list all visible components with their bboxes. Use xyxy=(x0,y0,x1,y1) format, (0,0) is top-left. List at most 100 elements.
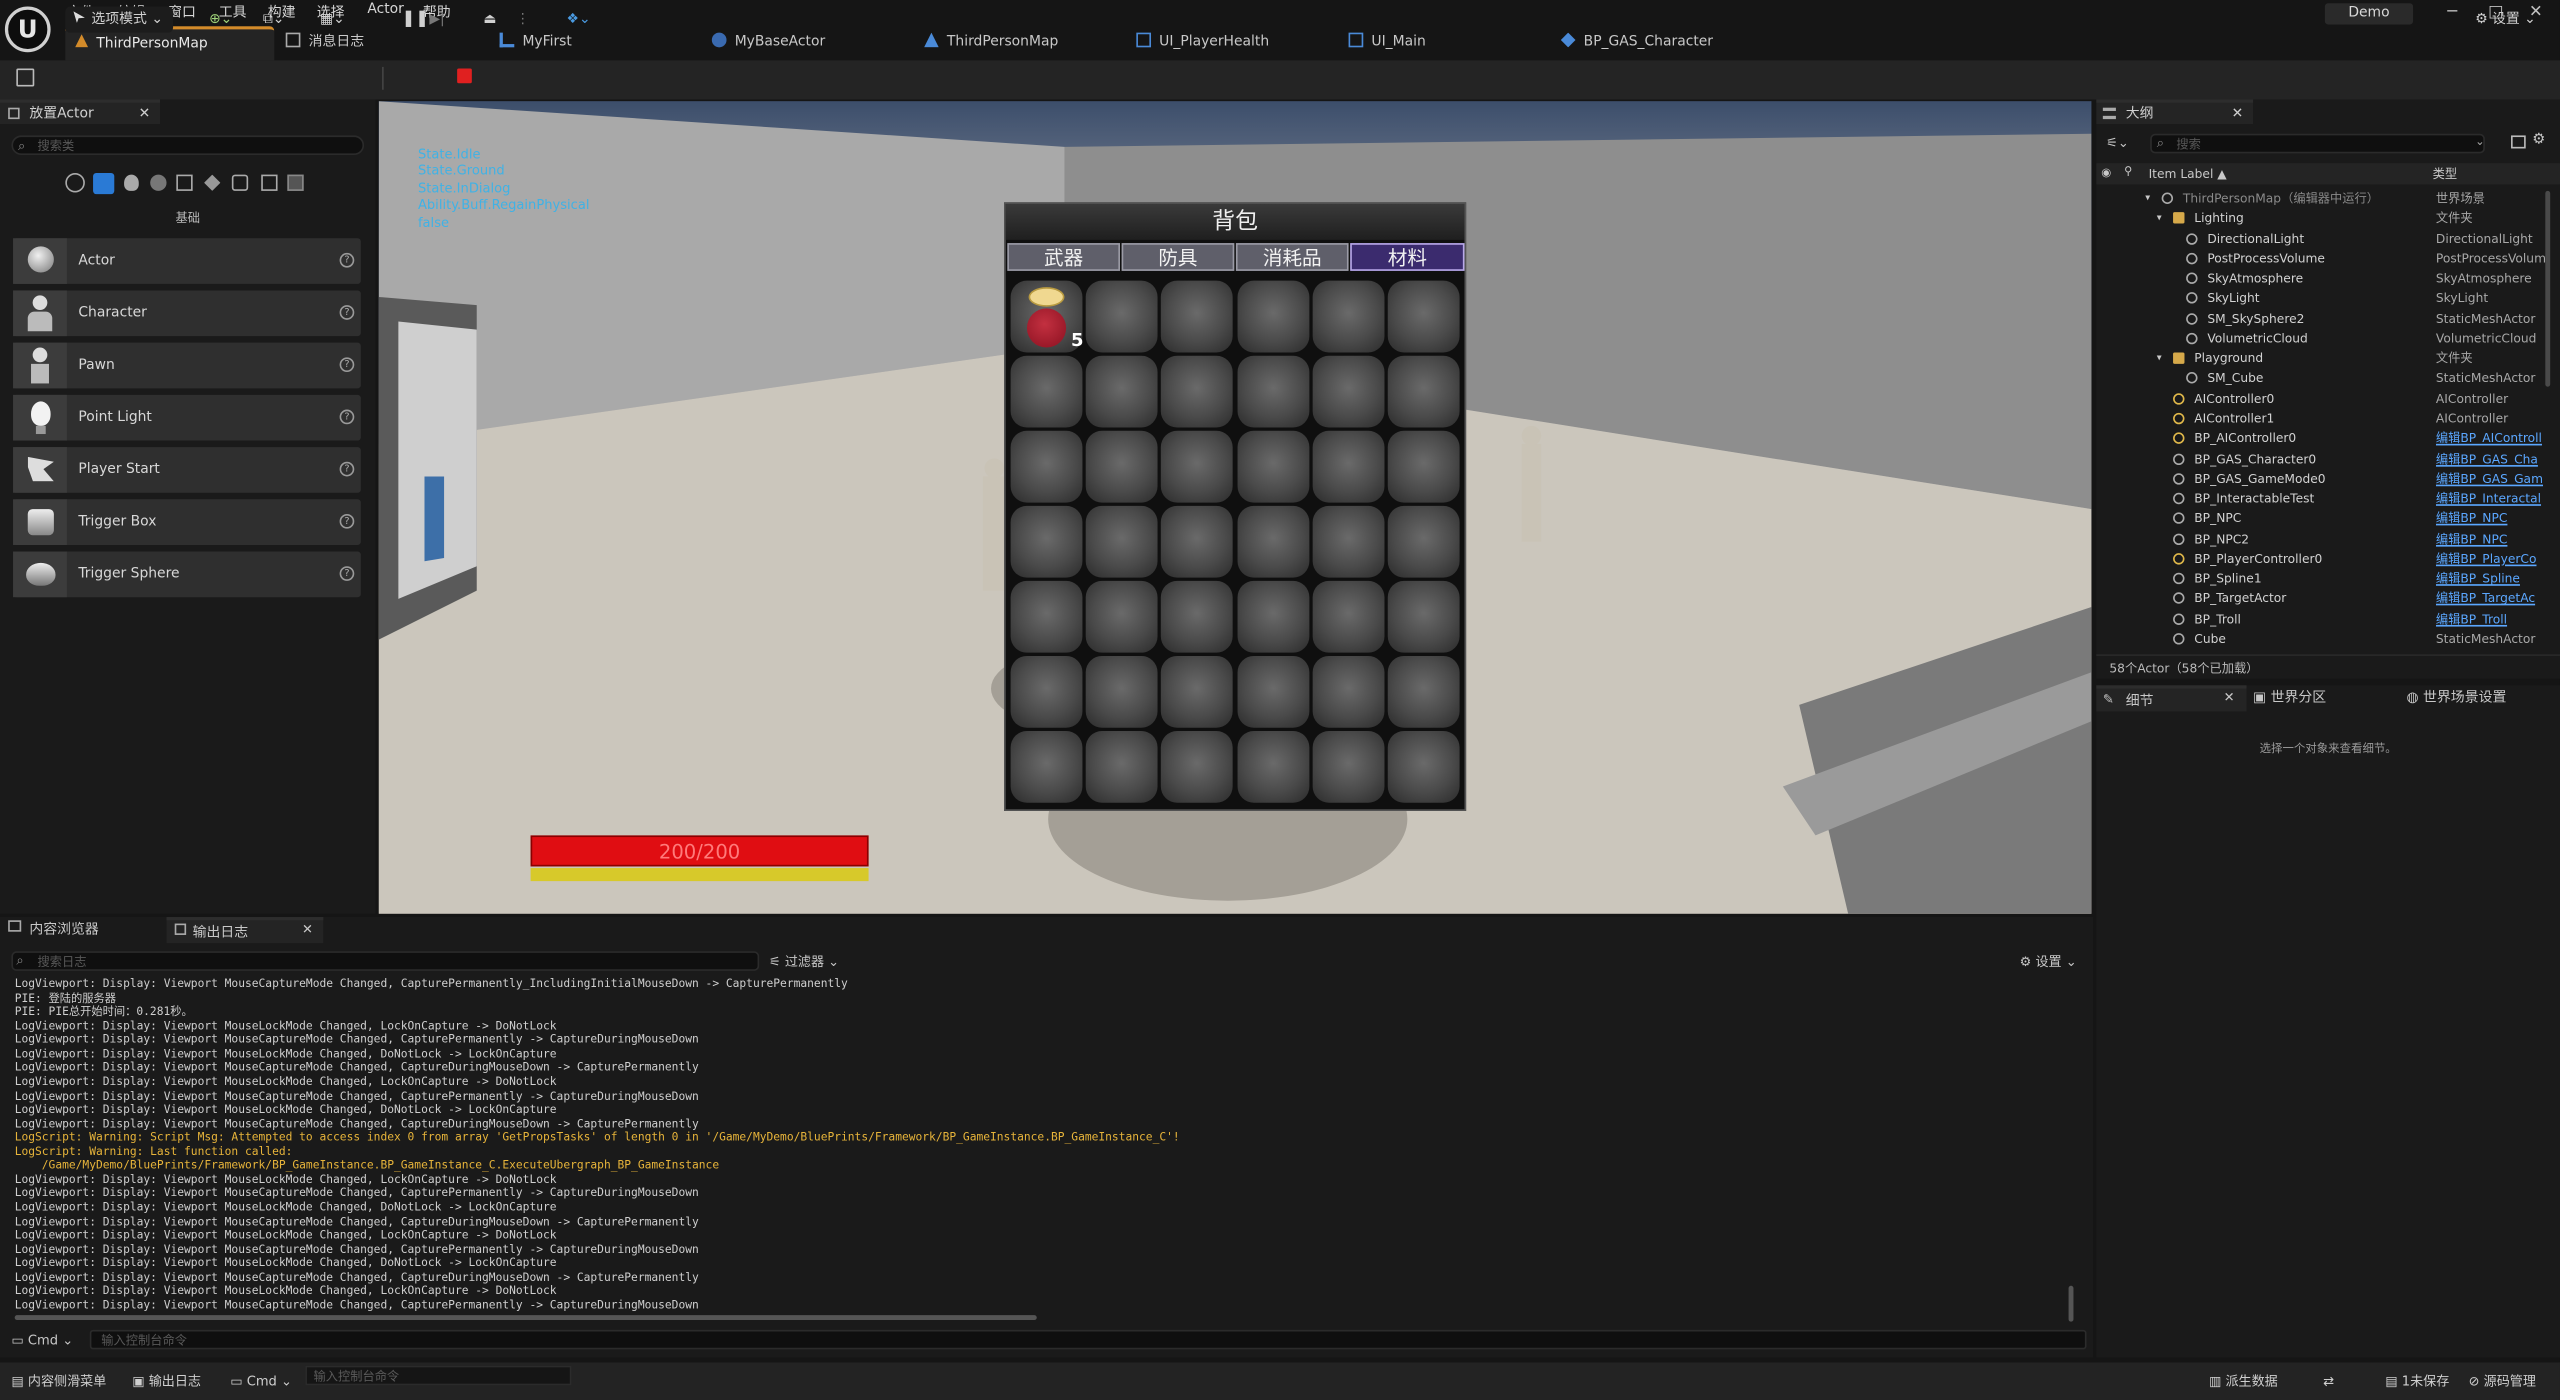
place-item-player-start[interactable]: Player Start? xyxy=(13,447,361,493)
outliner-row[interactable]: BP_PlayerController0 编辑BP_PlayerCo xyxy=(2096,550,2560,570)
place-item-character[interactable]: Character? xyxy=(13,290,361,337)
place-item-trigger-sphere[interactable]: Trigger Sphere? xyxy=(13,551,361,598)
console-command-input[interactable]: 输入控制台命令 xyxy=(89,1329,2087,1350)
inventory-slot[interactable] xyxy=(1387,505,1460,578)
settings-button[interactable]: ⚙ 设置 ⌄ xyxy=(2475,7,2536,33)
outliner-row[interactable]: BP_TargetActor 编辑BP_TargetAc xyxy=(2096,590,2560,610)
outliner-row[interactable]: BP_GAS_GameMode0 编辑BP_GAS_Gam xyxy=(2096,470,2560,490)
expand-arrow-icon[interactable]: ▾ xyxy=(2145,189,2156,204)
column-type[interactable]: 类型 xyxy=(2433,163,2457,184)
inventory-slot[interactable] xyxy=(1387,655,1460,728)
filter-icon[interactable]: ⚟⌄ xyxy=(2106,135,2129,150)
outliner-row[interactable]: SM_SkySphere2 StaticMeshActor xyxy=(2096,309,2560,329)
world-partition-tab[interactable]: ▣ 世界分区 xyxy=(2253,687,2326,706)
inventory-slot[interactable] xyxy=(1086,655,1158,728)
inventory-slot[interactable] xyxy=(1387,355,1460,428)
lights-icon[interactable] xyxy=(124,174,139,191)
inventory-slot[interactable] xyxy=(1161,655,1234,728)
place-actors-search[interactable]: 搜索类 xyxy=(11,135,365,156)
expand-arrow-icon[interactable]: ▾ xyxy=(2157,349,2168,364)
tab-bp-gas-character[interactable]: BP_GAS_Character xyxy=(1560,28,1713,59)
inventory-slot[interactable] xyxy=(1161,430,1234,503)
mode-select-dropdown[interactable]: 选项模式 ⌄ xyxy=(65,6,174,33)
outliner-row[interactable]: DirectionalLight DirectionalLight xyxy=(2096,229,2560,249)
gear-icon[interactable]: ⚙ xyxy=(2532,132,2545,148)
place-item-actor[interactable]: Actor? xyxy=(13,238,361,284)
inventory-slot[interactable] xyxy=(1010,731,1083,803)
column-item-label[interactable]: Item Label ▲ xyxy=(2149,163,2227,184)
inventory-slot[interactable] xyxy=(1010,505,1083,578)
source-control-button[interactable]: ⊘ 源码管理 xyxy=(2469,1369,2536,1393)
horizontal-scrollbar[interactable] xyxy=(14,1315,1037,1321)
inventory-slot[interactable] xyxy=(1387,580,1460,653)
edit-blueprint-link[interactable]: 编辑BP_NPC xyxy=(2436,510,2550,530)
recent-icon[interactable] xyxy=(65,172,85,193)
outliner-row[interactable]: ▾ Playground 文件夹 xyxy=(2096,349,2560,369)
output-log-tab[interactable]: 输出日志 ✕ xyxy=(166,917,324,944)
outliner-row[interactable]: BP_Spline1 编辑BP_Spline xyxy=(2096,570,2560,590)
cinematic-icon[interactable] xyxy=(176,174,193,191)
edit-blueprint-link[interactable]: 编辑BP_Troll xyxy=(2436,610,2550,630)
inventory-slot[interactable] xyxy=(1086,731,1158,803)
shapes-icon[interactable] xyxy=(150,174,167,191)
inventory-slot[interactable] xyxy=(1312,280,1385,353)
help-icon[interactable]: ? xyxy=(339,409,355,425)
outliner-row[interactable]: BP_NPC 编辑BP_NPC xyxy=(2096,510,2560,530)
inventory-slot[interactable] xyxy=(1236,505,1309,578)
inventory-tab-consumables[interactable]: 消耗品 xyxy=(1235,243,1349,271)
unsaved-button[interactable]: ▤ 1未保存 xyxy=(2385,1369,2449,1393)
visual-effects-icon[interactable] xyxy=(204,174,221,191)
inventory-slot[interactable] xyxy=(1236,580,1309,653)
inventory-tab-weapons[interactable]: 武器 xyxy=(1007,243,1120,271)
tab-ui-main[interactable]: UI_Main xyxy=(1348,28,1426,59)
world-settings-tab[interactable]: ◍ 世界场景设置 xyxy=(2407,687,2507,706)
menu-actor[interactable]: Actor xyxy=(367,2,404,18)
help-icon[interactable]: ? xyxy=(339,513,355,529)
inventory-slot[interactable] xyxy=(1161,355,1234,428)
status-cmd-dropdown[interactable]: ▭ Cmd ⌄ xyxy=(230,1369,292,1393)
help-icon[interactable]: ? xyxy=(339,461,355,477)
edit-blueprint-link[interactable]: 编辑BP_Spline xyxy=(2436,570,2550,590)
help-icon[interactable]: ? xyxy=(339,566,355,581)
new-folder-icon[interactable] xyxy=(2511,135,2526,149)
inventory-slot[interactable] xyxy=(1312,505,1385,578)
derived-data-button[interactable]: ▥ 派生数据 xyxy=(2209,1369,2278,1393)
basic-icon[interactable] xyxy=(93,172,115,195)
filter-button[interactable]: ⚟ 过滤器 ⌄ xyxy=(769,953,839,971)
frame-step-icon[interactable]: ▶| xyxy=(429,7,444,33)
tab-mybaseactor[interactable]: MyBaseActor xyxy=(711,28,825,59)
all-classes-icon[interactable] xyxy=(261,174,278,191)
inventory-slot[interactable] xyxy=(1387,731,1460,803)
outliner-row[interactable]: AIController0 AIController xyxy=(2096,389,2560,409)
tab-thirdpersonmap-2[interactable]: ThirdPersonMap xyxy=(924,28,1058,59)
inventory-slot[interactable] xyxy=(1161,731,1234,803)
edit-blueprint-link[interactable]: 编辑BP_Interactal xyxy=(2436,490,2550,510)
outliner-row[interactable]: BP_InteractableTest 编辑BP_Interactal xyxy=(2096,490,2560,510)
inventory-slot[interactable] xyxy=(1010,580,1083,653)
status-console-input[interactable]: 输入控制台命令 xyxy=(305,1365,572,1386)
pin-icon[interactable]: ⚲ xyxy=(2124,165,2132,178)
inventory-slot[interactable] xyxy=(1312,430,1385,503)
tab-myfirst[interactable]: MyFirst xyxy=(499,28,572,59)
inventory-slot[interactable] xyxy=(1086,505,1158,578)
inventory-slot[interactable] xyxy=(1010,655,1083,728)
edit-blueprint-link[interactable]: 编辑BP_AIControll xyxy=(2436,430,2550,450)
outliner-row[interactable]: AIController1 AIController xyxy=(2096,410,2560,430)
outliner-row[interactable]: BP_AIController0 编辑BP_AIControll xyxy=(2096,430,2560,450)
inventory-slot[interactable] xyxy=(1312,580,1385,653)
inventory-slot[interactable] xyxy=(1312,731,1385,803)
outliner-row[interactable]: BP_NPC2 编辑BP_NPC xyxy=(2096,530,2560,550)
eye-icon[interactable]: ◉ xyxy=(2101,166,2111,179)
outliner-search[interactable]: 搜索 xyxy=(2150,133,2485,154)
outliner-row[interactable]: PostProcessVolume PostProcessVolum xyxy=(2096,249,2560,269)
inventory-slot[interactable] xyxy=(1312,655,1385,728)
inventory-slot[interactable] xyxy=(1236,430,1309,503)
inventory-slot[interactable] xyxy=(1010,430,1083,503)
inventory-slot[interactable] xyxy=(1086,355,1158,428)
place-item-trigger-box[interactable]: Trigger Box? xyxy=(13,499,361,545)
inventory-slot[interactable] xyxy=(1086,430,1158,503)
output-log-button[interactable]: ▣ 输出日志 xyxy=(132,1369,201,1393)
log-search[interactable]: 搜索日志 xyxy=(11,951,760,971)
inventory-slot[interactable] xyxy=(1161,280,1234,353)
geometry-icon[interactable] xyxy=(287,174,304,191)
